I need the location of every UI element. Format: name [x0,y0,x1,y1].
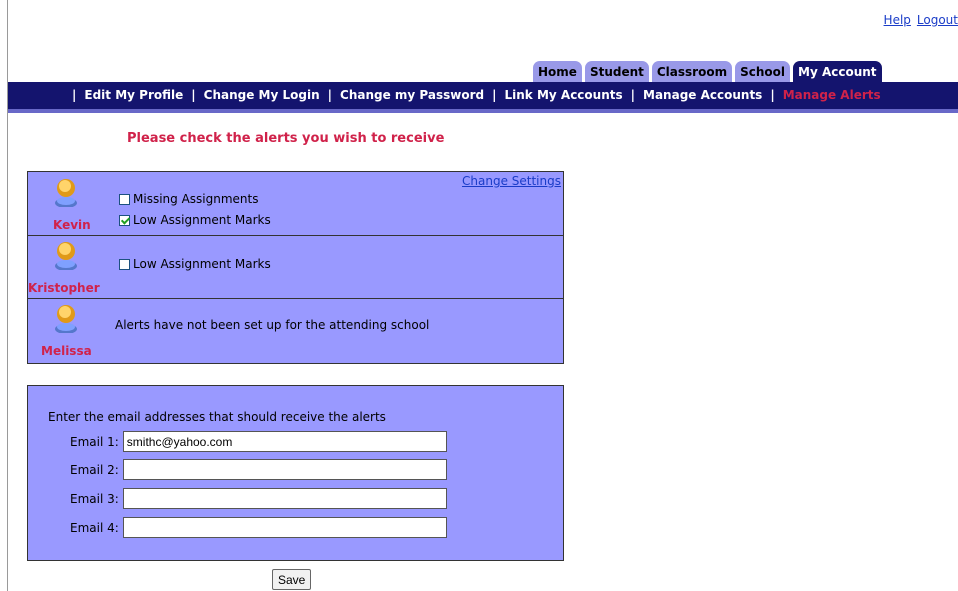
sub-navigation-bar: | Edit My Profile | Change My Login | Change … [8,82,958,113]
alert-option-low-assignment-marks[interactable]: Low Assignment Marks [119,257,271,271]
page-heading: Please check the alerts you wish to rece… [127,131,445,146]
tab-school[interactable]: School [735,61,790,82]
alerts-unavailable-message: Alerts have not been set up for the atte… [115,318,430,332]
email-1-label: Email 1: [70,434,119,449]
email-row-3: Email 3: [70,488,447,509]
email-1-field[interactable] [122,431,447,452]
nav-separator: | [327,88,333,102]
email-2-label: Email 2: [70,462,119,477]
email-row-4: Email 4: [70,517,447,538]
nav-edit-my-profile[interactable]: Edit My Profile [84,88,183,102]
nav-manage-accounts[interactable]: Manage Accounts [643,88,762,102]
alert-option-label: Low Assignment Marks [133,213,271,227]
person-avatar-icon [55,179,77,207]
email-row-1: Email 1: [70,431,447,452]
nav-change-my-login[interactable]: Change My Login [204,88,320,102]
email-3-label: Email 3: [70,491,119,506]
child-row-melissa: Melissa Alerts have not been set up for … [28,299,563,363]
email-4-label: Email 4: [70,520,119,535]
nav-separator: | [72,88,77,102]
alerts-panel: Change Settings Kevin Missing Assignment… [27,171,564,364]
nav-separator: | [191,88,196,102]
alert-option-label: Low Assignment Marks [133,257,271,271]
nav-change-my-password[interactable]: Change my Password [340,88,484,102]
child-name: Melissa [41,344,92,358]
tab-student[interactable]: Student [584,61,649,82]
alert-checkbox[interactable] [119,193,130,205]
person-avatar-icon [55,305,77,333]
alert-checkbox[interactable] [119,258,130,270]
alert-option-missing-assignments[interactable]: Missing Assignments [119,192,258,206]
nav-separator: | [770,88,775,102]
tab-my-account[interactable]: My Account [793,61,882,82]
person-avatar-icon [55,242,77,270]
alert-checkbox[interactable] [119,214,130,226]
save-button[interactable]: Save [272,569,312,590]
nav-separator: | [492,88,497,102]
nav-link-my-accounts[interactable]: Link My Accounts [505,88,623,102]
help-link[interactable]: Help [884,13,911,27]
email-prompt: Enter the email addresses that should re… [48,410,386,424]
alert-option-low-assignment-marks[interactable]: Low Assignment Marks [119,213,271,227]
child-row-kevin: Kevin Missing Assignments Low Assignment… [28,172,563,236]
tab-home[interactable]: Home [533,61,582,82]
main-tabs: Home Student Classroom School My Account [533,61,882,82]
child-name: Kristopher [28,281,100,295]
tab-classroom[interactable]: Classroom [651,61,733,82]
top-links: Help Logout [878,13,958,27]
email-2-field[interactable] [122,459,447,480]
email-panel: Enter the email addresses that should re… [27,385,564,561]
email-4-field[interactable] [122,517,447,538]
nav-manage-alerts[interactable]: Manage Alerts [783,88,881,102]
nav-separator: | [630,88,636,102]
child-name: Kevin [53,218,91,232]
child-row-kristopher: Kristopher Low Assignment Marks [28,236,563,299]
alert-option-label: Missing Assignments [133,192,259,206]
email-row-2: Email 2: [70,459,447,480]
email-3-field[interactable] [122,488,447,509]
logout-link[interactable]: Logout [917,13,958,27]
